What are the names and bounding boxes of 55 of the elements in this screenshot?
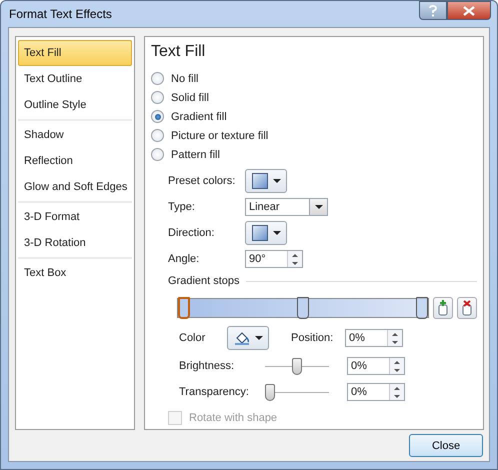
position-label: Position: [291, 332, 334, 344]
category-item[interactable]: Text Outline [18, 66, 132, 92]
help-button[interactable] [419, 1, 447, 20]
angle-spinner[interactable]: 90° [245, 250, 303, 268]
radio-label: Solid fill [171, 92, 209, 104]
type-dropdown[interactable]: Linear [245, 198, 328, 216]
setting-label: Direction: [168, 227, 216, 239]
radio-label: Picture or texture fill [171, 130, 268, 142]
value-spinner[interactable]: 0% [347, 383, 405, 401]
category-item[interactable]: Text Fill [18, 40, 132, 66]
radio-label: Pattern fill [171, 148, 220, 160]
close-dialog-button[interactable]: Close [409, 434, 483, 457]
radio-button[interactable] [151, 91, 164, 104]
setting-label: Type: [168, 201, 196, 213]
category-item[interactable]: Outline Style [18, 92, 132, 118]
slider-label: Brightness: [179, 360, 236, 372]
gradient-stop-handle[interactable] [416, 297, 428, 319]
position-spinner[interactable]: 0% [345, 329, 403, 347]
radio-label: Gradient fill [171, 110, 227, 122]
radio-label: No fill [171, 72, 199, 84]
panel-heading: Text Fill [151, 43, 206, 62]
category-item[interactable]: Shadow [18, 122, 132, 148]
radio-button[interactable] [151, 72, 164, 85]
section-label: Gradient stops [168, 275, 240, 287]
gradient-swatch-dropdown[interactable] [245, 221, 287, 245]
remove-stop-icon [462, 300, 472, 316]
paint-bucket-icon [234, 331, 250, 345]
add-stop-icon [438, 300, 448, 316]
category-item[interactable]: Glow and Soft Edges [18, 174, 132, 200]
gradient-stop-handle[interactable] [178, 297, 190, 319]
color-dropdown[interactable] [227, 326, 269, 350]
checkbox-label: Rotate with shape [189, 412, 278, 424]
color-label: Color [179, 332, 206, 344]
close-button[interactable] [447, 1, 491, 20]
slider-thumb[interactable] [292, 358, 302, 374]
window-title: Format Text Effects [9, 7, 112, 21]
help-icon [428, 4, 438, 16]
gradient-stop-handle[interactable] [297, 297, 309, 319]
category-item[interactable]: Text Box [18, 260, 132, 286]
setting-label: Angle: [168, 253, 200, 265]
radio-button[interactable] [151, 148, 164, 161]
gradient-stops-bar[interactable] [177, 298, 429, 318]
slider-label: Transparency: [179, 386, 250, 398]
radio-button[interactable] [151, 110, 164, 123]
slider-thumb[interactable] [265, 384, 275, 400]
category-item[interactable]: Reflection [18, 148, 132, 174]
close-icon [463, 6, 475, 16]
value-spinner[interactable]: 0% [347, 357, 405, 375]
gradient-swatch-dropdown[interactable] [245, 169, 287, 193]
add-stop-button[interactable] [433, 297, 453, 319]
remove-stop-button[interactable] [457, 297, 477, 319]
radio-button[interactable] [151, 129, 164, 142]
category-item[interactable]: 3-D Rotation [18, 230, 132, 256]
category-item[interactable]: 3-D Format [18, 204, 132, 230]
setting-label: Preset colors: [168, 175, 236, 187]
